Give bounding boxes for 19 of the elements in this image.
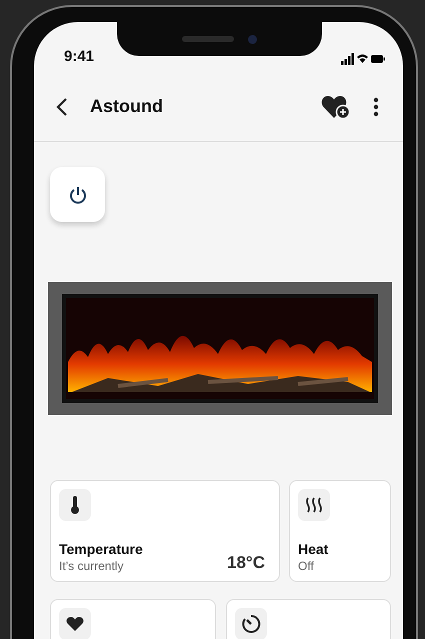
- tile-title: Temperature: [59, 541, 144, 557]
- tile-card[interactable]: Temperature It’s currently 18°C: [50, 480, 280, 582]
- tile-value: 18°C: [227, 553, 265, 573]
- tile-card[interactable]: Heat Off: [289, 480, 391, 582]
- more-icon[interactable]: [373, 96, 379, 116]
- thermometer-icon: [70, 495, 80, 515]
- tile-title: Heat: [298, 541, 330, 557]
- page-title: Astound: [90, 96, 163, 117]
- timer-icon: [241, 614, 261, 634]
- tile-subtitle: Off: [298, 559, 315, 573]
- back-icon[interactable]: [56, 96, 68, 116]
- heat-waves-icon: [305, 497, 323, 513]
- status-time: 9:41: [64, 48, 94, 65]
- tile-subtitle: It’s currently: [59, 559, 124, 573]
- heart-plus-icon[interactable]: [321, 94, 351, 120]
- power-button[interactable]: [50, 167, 105, 222]
- power-icon: [68, 184, 88, 204]
- heart-icon: [66, 616, 84, 632]
- status-icons: [341, 53, 385, 65]
